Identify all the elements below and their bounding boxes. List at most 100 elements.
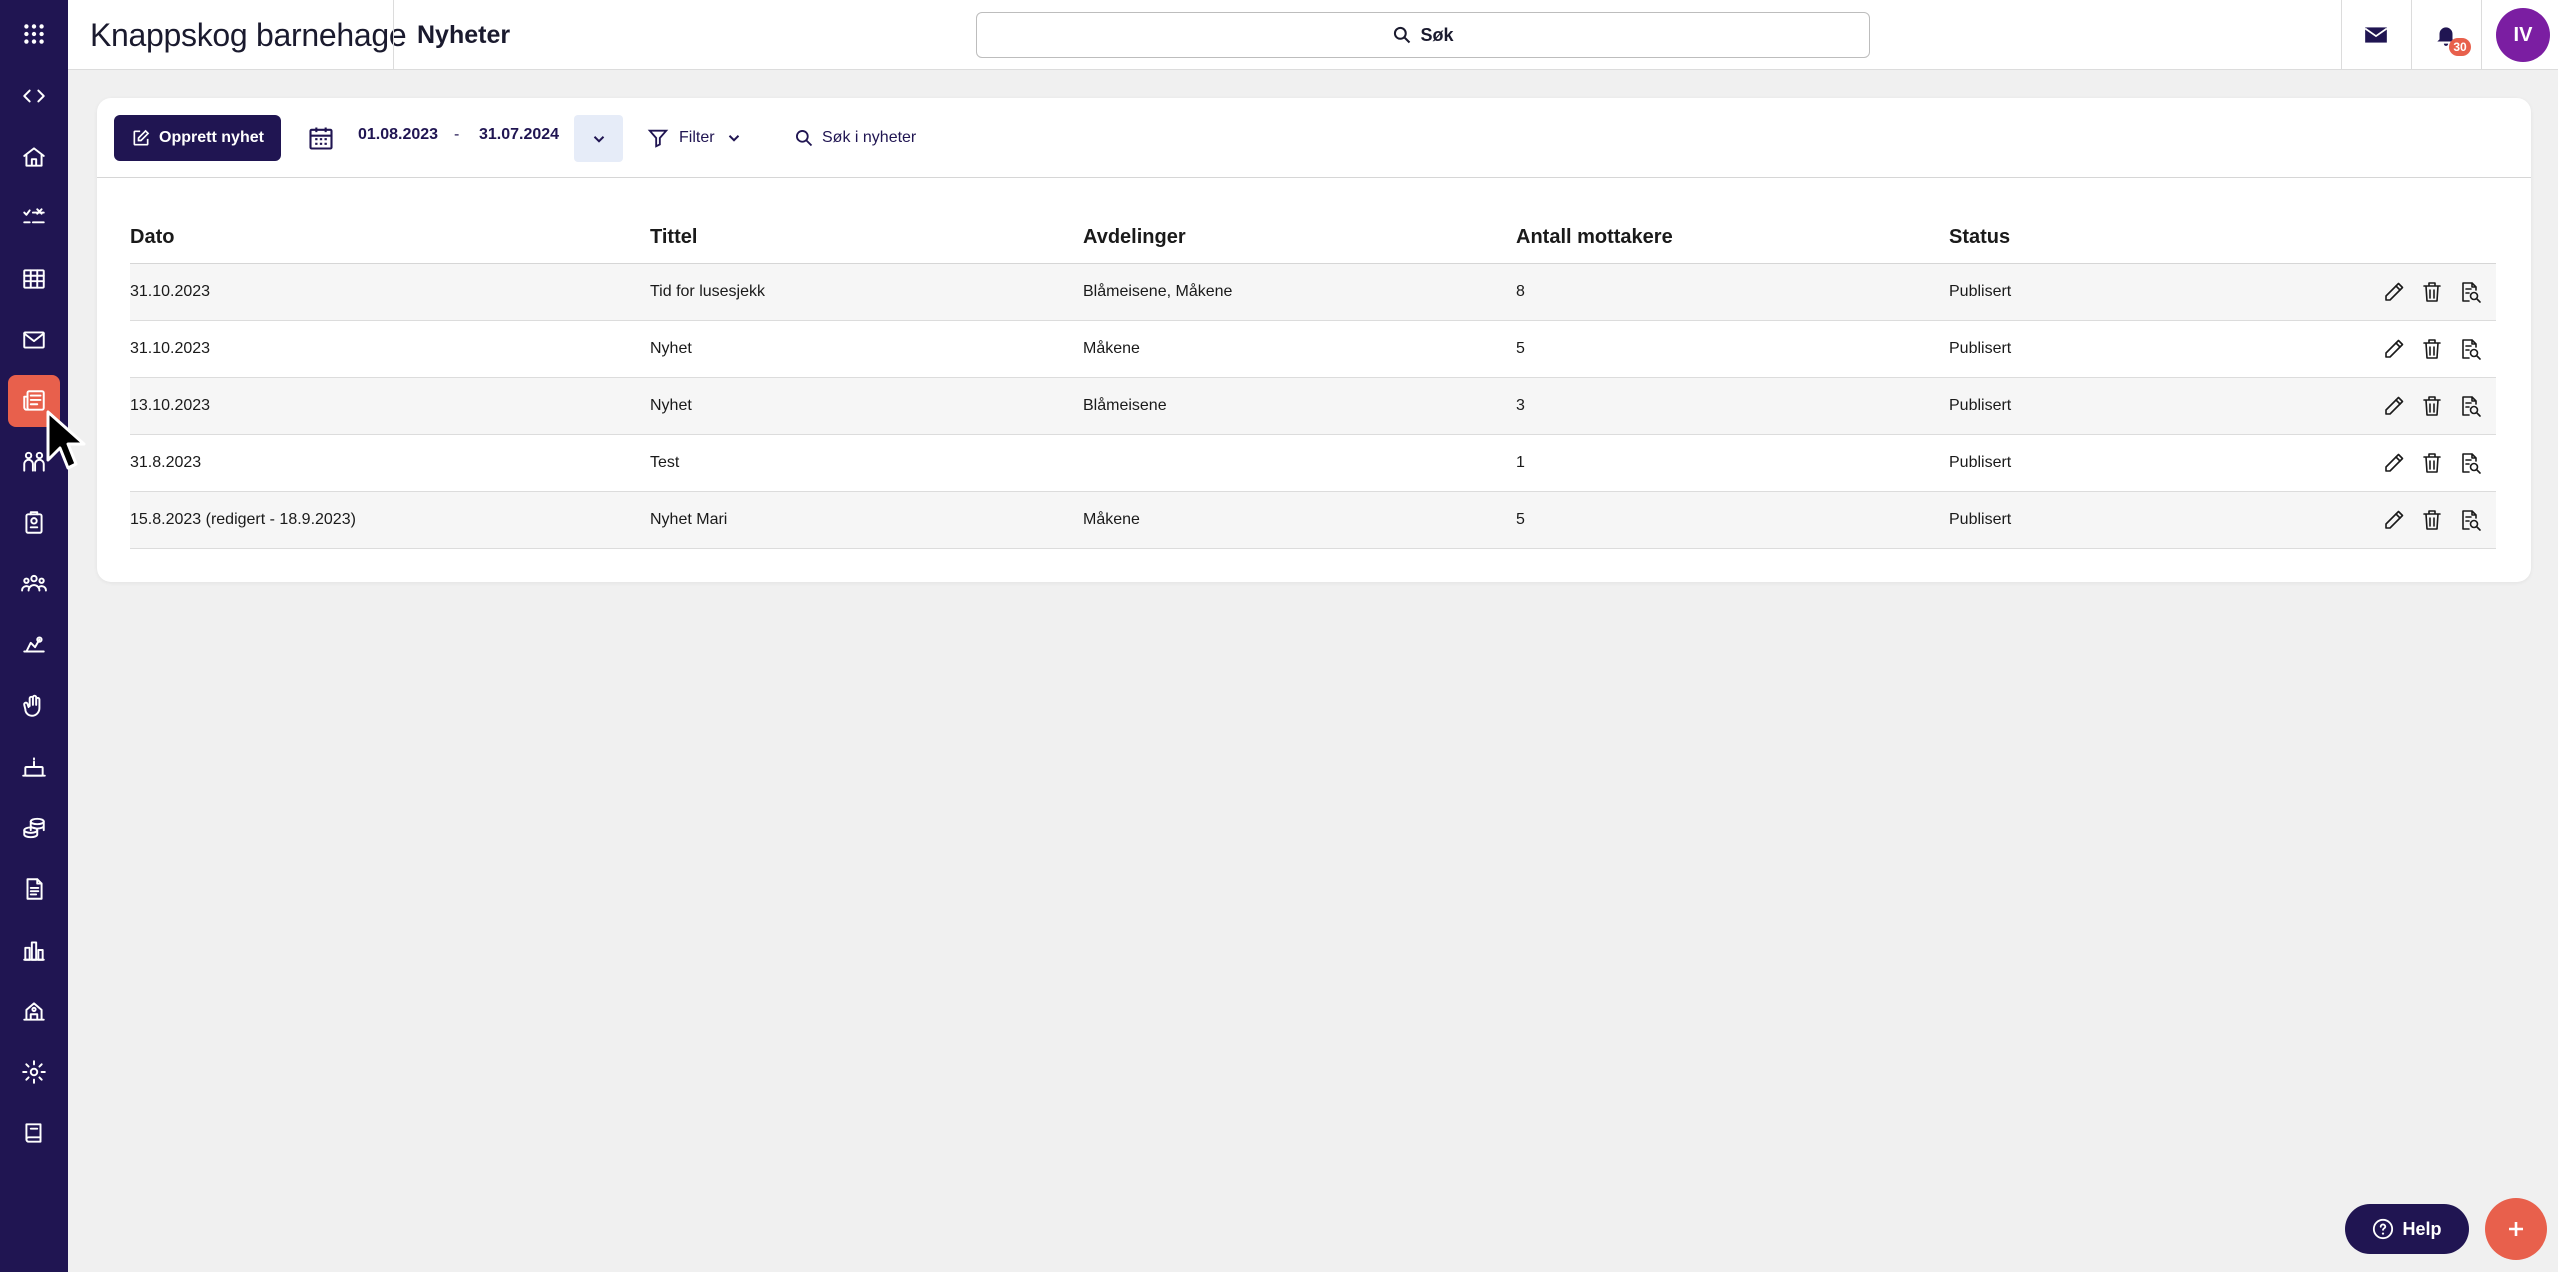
row-title: Nyhet <box>650 397 692 414</box>
row-title: Nyhet Mari <box>650 511 728 528</box>
org-name: Knappskog barnehage <box>90 17 407 53</box>
messages-button[interactable] <box>2341 0 2411 70</box>
row-status: Publisert <box>1949 511 2012 528</box>
row-date: 31.10.2023 <box>130 340 211 357</box>
edit-icon[interactable] <box>2382 394 2406 418</box>
table-row[interactable]: 31.10.2023 Nyhet Måkene 5 Publisert <box>130 321 2496 378</box>
column-header-title[interactable]: Tittel <box>650 210 697 264</box>
table-row[interactable]: 31.8.2023 Test 1 Publisert <box>130 435 2496 492</box>
row-title: Test <box>650 454 680 471</box>
column-header-status[interactable]: Status <box>1949 210 2010 264</box>
preview-icon[interactable] <box>2458 451 2482 475</box>
chevron-down-icon <box>728 135 739 142</box>
search-news-button[interactable]: Søk i nyheter <box>794 122 916 154</box>
mail-icon <box>2364 27 2388 43</box>
row-departments: Måkene <box>1083 511 1140 528</box>
home-icon[interactable] <box>8 131 60 183</box>
preview-icon[interactable] <box>2458 280 2482 304</box>
activity-icon[interactable] <box>8 619 60 671</box>
building-icon[interactable] <box>8 985 60 1037</box>
row-status: Publisert <box>1949 454 2012 471</box>
top-bar: Knappskog barnehage Nyheter Søk 30 IV <box>68 0 2558 70</box>
row-recipients: 5 <box>1516 340 1525 357</box>
edit-icon[interactable] <box>2382 280 2406 304</box>
trash-icon[interactable] <box>2420 508 2444 532</box>
calendar-grid-icon[interactable] <box>8 253 60 305</box>
global-search-input[interactable]: Søk <box>976 12 1870 58</box>
plus-icon <box>2509 1222 2523 1236</box>
edit-icon[interactable] <box>2382 337 2406 361</box>
table-header: Dato Tittel Avdelinger Antall mottakere … <box>130 210 2496 264</box>
news-card: Opprett nyhet 01.08.2023 - 31.07.2024 Fi… <box>97 98 2531 582</box>
help-label: Help <box>2402 1218 2442 1239</box>
apps-grid-icon[interactable] <box>0 0 68 68</box>
coins-icon[interactable] <box>8 802 60 854</box>
calendar-icon[interactable] <box>307 124 335 152</box>
date-range-dropdown[interactable] <box>574 115 623 162</box>
edit-icon[interactable] <box>2382 451 2406 475</box>
create-news-label: Opprett nyhet <box>159 129 264 146</box>
date-from-field[interactable]: 01.08.2023 <box>358 126 438 144</box>
trash-icon[interactable] <box>2420 394 2444 418</box>
document-icon[interactable] <box>8 863 60 915</box>
row-departments: Blåmeisene, Måkene <box>1083 283 1233 300</box>
add-fab-button[interactable] <box>2485 1198 2547 1260</box>
group-icon[interactable] <box>8 558 60 610</box>
mouse-cursor-icon <box>46 410 86 470</box>
table-row[interactable]: 13.10.2023 Nyhet Blåmeisene 3 Publisert <box>130 378 2496 435</box>
row-title: Nyhet <box>650 340 692 357</box>
date-to-field[interactable]: 31.07.2024 <box>479 126 559 144</box>
hand-icon[interactable] <box>8 680 60 732</box>
divider <box>393 0 394 70</box>
row-actions <box>2382 492 2482 548</box>
chevron-down-icon <box>593 135 604 143</box>
news-toolbar: Opprett nyhet 01.08.2023 - 31.07.2024 Fi… <box>97 98 2531 178</box>
row-date: 31.10.2023 <box>130 283 211 300</box>
column-header-recipients[interactable]: Antall mottakere <box>1516 210 1673 264</box>
row-date: 31.8.2023 <box>130 454 202 471</box>
column-header-date[interactable]: Dato <box>130 210 174 264</box>
row-departments: Måkene <box>1083 340 1140 357</box>
mail-icon[interactable] <box>8 314 60 366</box>
create-news-button[interactable]: Opprett nyhet <box>114 115 281 161</box>
gear-icon[interactable] <box>8 1046 60 1098</box>
badge-icon[interactable] <box>8 497 60 549</box>
checklist-icon[interactable] <box>8 192 60 244</box>
edit-icon[interactable] <box>2382 508 2406 532</box>
preview-icon[interactable] <box>2458 394 2482 418</box>
filter-label: Filter <box>679 129 715 146</box>
notifications-button[interactable]: 30 <box>2411 0 2481 70</box>
row-date: 15.8.2023 (redigert - 18.9.2023) <box>130 511 356 528</box>
column-header-departments[interactable]: Avdelinger <box>1083 210 1186 264</box>
code-icon[interactable] <box>8 70 60 122</box>
search-icon <box>796 130 813 147</box>
preview-icon[interactable] <box>2458 508 2482 532</box>
table-body: 31.10.2023 Tid for lusesjekk Blåmeisene, M… <box>130 264 2496 549</box>
trash-icon[interactable] <box>2420 280 2444 304</box>
search-label: Søk <box>1420 24 1454 45</box>
filter-icon <box>647 129 669 148</box>
trash-icon[interactable] <box>2420 451 2444 475</box>
row-actions <box>2382 435 2482 491</box>
table-row[interactable]: 31.10.2023 Tid for lusesjekk Blåmeisene, M… <box>130 264 2496 321</box>
avatar[interactable]: IV <box>2496 8 2550 62</box>
bar-chart-icon[interactable] <box>8 924 60 976</box>
row-recipients: 3 <box>1516 397 1525 414</box>
divider <box>2481 0 2482 70</box>
table-row[interactable]: 15.8.2023 (redigert - 18.9.2023) Nyhet Ma… <box>130 492 2496 549</box>
edit-icon <box>133 129 150 146</box>
row-date: 13.10.2023 <box>130 397 211 414</box>
filter-button[interactable]: Filter <box>647 122 743 154</box>
cake-icon[interactable] <box>8 741 60 793</box>
help-button[interactable]: Help <box>2345 1204 2469 1254</box>
preview-icon[interactable] <box>2458 337 2482 361</box>
search-icon <box>1394 26 1411 44</box>
book-icon[interactable] <box>8 1107 60 1159</box>
trash-icon[interactable] <box>2420 337 2444 361</box>
row-title: Tid for lusesjekk <box>650 283 765 300</box>
row-status: Publisert <box>1949 397 2012 414</box>
row-actions <box>2382 321 2482 377</box>
date-separator: - <box>454 126 460 143</box>
row-status: Publisert <box>1949 340 2012 357</box>
sidebar <box>0 0 68 1272</box>
